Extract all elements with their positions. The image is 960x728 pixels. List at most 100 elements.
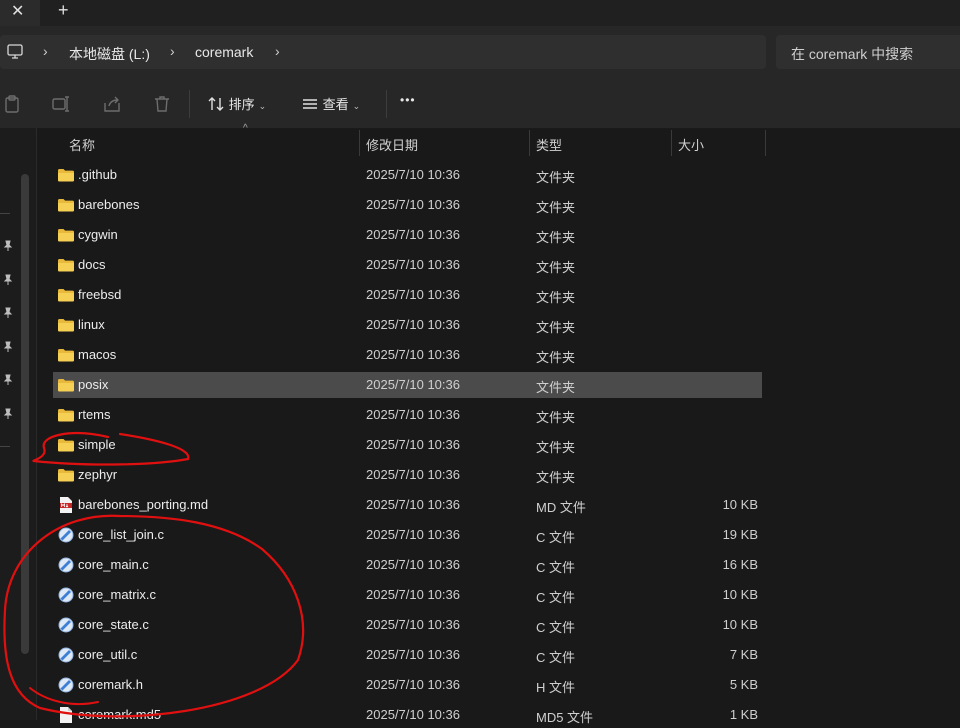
column-date[interactable]: 修改日期 [366,135,418,154]
c-file-icon [57,616,75,634]
file-name: rtems [78,407,111,422]
file-type: 文件夹 [536,290,576,305]
file-type: C 文件 [536,620,576,635]
file-row[interactable]: .github 2025/7/10 10:36 文件夹 [53,162,762,188]
pin-icon[interactable] [2,240,14,252]
folder-icon [57,166,75,184]
file-name: core_main.c [78,557,149,572]
pin-icon[interactable] [2,307,14,319]
pin-icon[interactable] [2,274,14,286]
file-name: core_util.c [78,647,138,662]
file-row[interactable]: macos 2025/7/10 10:36 文件夹 [53,342,762,368]
file-type: H 文件 [536,680,576,695]
column-divider[interactable] [765,130,766,156]
file-size: 10 KB [722,617,758,632]
file-row[interactable]: docs 2025/7/10 10:36 文件夹 [53,252,762,278]
column-name[interactable]: 名称 [69,135,95,154]
file-type: 文件夹 [536,410,576,425]
breadcrumb-drive[interactable]: 本地磁盘 (L:) [69,44,150,64]
folder-icon [57,376,75,394]
this-pc-icon[interactable] [6,43,24,61]
file-row[interactable]: linux 2025/7/10 10:36 文件夹 [53,312,762,338]
file-name: zephyr [78,467,118,482]
file-size: 7 KB [729,647,758,662]
file-type: 文件夹 [536,170,576,185]
file-row[interactable]: core_main.c 2025/7/10 10:36 C 文件 16 KB [53,552,762,578]
file-row[interactable]: zephyr 2025/7/10 10:36 文件夹 [53,462,762,488]
breadcrumb-coremark[interactable]: coremark [195,44,253,60]
file-row[interactable]: cygwin 2025/7/10 10:36 文件夹 [53,222,762,248]
column-divider[interactable] [359,130,360,156]
file-row[interactable]: coremark.h 2025/7/10 10:36 H 文件 5 KB [53,672,762,698]
file-date: 2025/7/10 10:36 [366,197,460,212]
new-tab-button[interactable]: + [58,0,69,21]
command-bar: 排序 ⌄ 查看 ⌄ ••• [0,80,960,129]
file-type: 文件夹 [536,260,576,275]
column-type[interactable]: 类型 [536,135,562,154]
sort-ascending-icon: ^ [243,123,248,134]
file-row[interactable]: core_list_join.c 2025/7/10 10:36 C 文件 19 KB [53,522,762,548]
file-row[interactable]: posix 2025/7/10 10:36 文件夹 [53,372,762,398]
file-row[interactable]: freebsd 2025/7/10 10:36 文件夹 [53,282,762,308]
pin-icon[interactable] [2,341,14,353]
delete-icon[interactable] [152,94,172,114]
file-type: MD 文件 [536,500,586,515]
file-date: 2025/7/10 10:36 [366,287,460,302]
file-date: 2025/7/10 10:36 [366,467,460,482]
file-row[interactable]: core_matrix.c 2025/7/10 10:36 C 文件 10 KB [53,582,762,608]
column-divider[interactable] [671,130,672,156]
file-type: C 文件 [536,530,576,545]
toolbar-divider [189,90,190,118]
file-name: cygwin [78,227,118,242]
file-size: 16 KB [722,557,758,572]
pin-icon[interactable] [2,374,14,386]
column-size[interactable]: 大小 [678,135,704,154]
view-label: 查看 [322,97,349,112]
file-date: 2025/7/10 10:36 [366,167,460,182]
file-size: 19 KB [722,527,758,542]
file-row[interactable]: rtems 2025/7/10 10:36 文件夹 [53,402,762,428]
share-icon[interactable] [102,94,122,114]
file-row[interactable]: core_state.c 2025/7/10 10:36 C 文件 10 KB [53,612,762,638]
file-name: core_list_join.c [78,527,164,542]
chevron-down-icon: ⌄ [258,101,267,111]
nav-scrollbar[interactable] [21,174,29,654]
file-date: 2025/7/10 10:36 [366,557,460,572]
file-row[interactable]: coremark.md5 2025/7/10 10:36 MD5 文件 1 KB [53,702,762,728]
file-date: 2025/7/10 10:36 [366,227,460,242]
sort-button[interactable]: 排序 ⌄ [207,94,266,114]
file-row[interactable]: barebones 2025/7/10 10:36 文件夹 [53,192,762,218]
file-row[interactable]: simple 2025/7/10 10:36 文件夹 [53,432,762,458]
address-row: › 本地磁盘 (L:) › coremark › 在 coremark 中搜索 [0,26,960,80]
file-row[interactable]: barebones_porting.md 2025/7/10 10:36 MD 文件… [53,492,762,518]
active-tab[interactable]: ✕ [0,0,40,26]
file-row[interactable]: core_util.c 2025/7/10 10:36 C 文件 7 KB [53,642,762,668]
search-input[interactable]: 在 coremark 中搜索 [776,35,960,69]
file-name: .github [78,167,118,182]
markdown-file-icon [57,496,75,514]
breadcrumb-chevron-icon[interactable]: › [275,43,280,59]
column-header-row: ^ 名称 修改日期 类型 大小 [37,123,960,158]
nav-divider [0,446,10,447]
view-icon [303,99,317,109]
close-tab-icon[interactable]: ✕ [11,1,24,21]
breadcrumb-chevron-icon[interactable]: › [43,43,48,59]
pin-icon[interactable] [2,408,14,420]
file-name: core_state.c [78,617,149,632]
breadcrumb-chevron-icon[interactable]: › [170,43,175,59]
file-date: 2025/7/10 10:36 [366,587,460,602]
paste-icon[interactable] [2,94,22,114]
file-date: 2025/7/10 10:36 [366,677,460,692]
rename-icon[interactable] [51,94,71,114]
column-divider[interactable] [529,130,530,156]
search-placeholder: 在 coremark 中搜索 [791,46,914,62]
file-type: 文件夹 [536,470,576,485]
view-button[interactable]: 查看 ⌄ [301,94,360,114]
file-size: 10 KB [722,587,758,602]
file-name: barebones [78,197,140,212]
file-type: 文件夹 [536,380,576,395]
file-type: C 文件 [536,560,576,575]
nav-divider [0,213,10,214]
more-options-button[interactable]: ••• [400,93,416,113]
folder-icon [57,226,75,244]
